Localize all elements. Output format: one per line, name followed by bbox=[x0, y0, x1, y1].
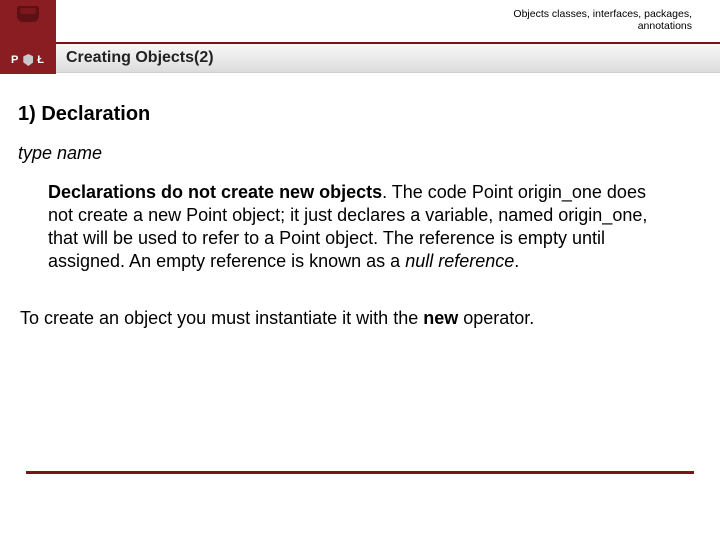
slide-content: 1) Declaration type name Declarations do… bbox=[0, 74, 720, 330]
para1-period: . bbox=[514, 251, 519, 271]
page-title: Creating Objects(2) bbox=[66, 49, 214, 67]
logo-letter-right: Ł bbox=[37, 54, 45, 66]
breadcrumb-line1: Objects classes, interfaces, packages, bbox=[513, 8, 692, 20]
section-heading: 1) Declaration bbox=[14, 102, 698, 128]
breadcrumb-line2: annotations bbox=[513, 20, 692, 32]
slide-header: P Ł Objects classes, interfaces, package… bbox=[0, 0, 720, 74]
para2-after: operator. bbox=[458, 308, 534, 328]
para1-lead-bold: Declarations do not create new objects bbox=[48, 182, 382, 202]
logo-letter-left: P bbox=[11, 54, 19, 66]
institution-logo: P Ł bbox=[0, 0, 56, 74]
shield-icon bbox=[23, 54, 33, 66]
logo-emblem-bottom: P Ł bbox=[11, 54, 45, 66]
footer-divider bbox=[26, 471, 694, 474]
title-band: Creating Objects(2) bbox=[56, 42, 720, 72]
paragraph-instantiate: To create an object you must instantiate… bbox=[20, 307, 672, 330]
para1-null-reference: null reference bbox=[405, 251, 514, 271]
breadcrumb: Objects classes, interfaces, packages, a… bbox=[513, 8, 692, 32]
paragraph-declaration: Declarations do not create new objects. … bbox=[48, 181, 672, 273]
type-name-line: type name bbox=[14, 142, 698, 165]
slide: P Ł Objects classes, interfaces, package… bbox=[0, 0, 720, 540]
para2-before: To create an object you must instantiate… bbox=[20, 308, 423, 328]
logo-emblem-top-icon bbox=[17, 6, 39, 22]
para2-new-keyword: new bbox=[423, 308, 458, 328]
